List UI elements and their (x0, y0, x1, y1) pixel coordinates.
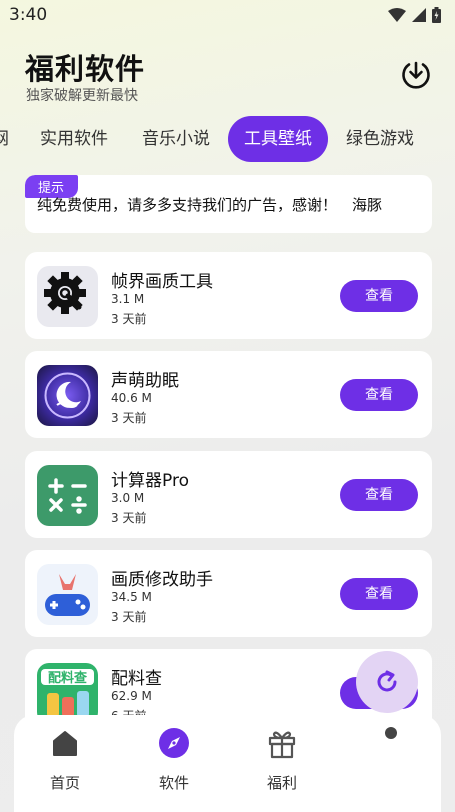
tab-utility[interactable]: 实用软件 (40, 116, 108, 162)
nav-welfare[interactable]: 福利 (232, 715, 332, 812)
app-size: 3.1 M (111, 292, 145, 306)
compass-icon (158, 727, 190, 759)
nav-label: 首页 (49, 774, 80, 792)
app-time: 3 天前 (111, 511, 147, 525)
bottom-nav: 首页 软件 福利 (14, 715, 441, 812)
app-name: 配料查 (111, 669, 162, 689)
signal-icon (412, 8, 426, 22)
moon-sleep-icon (37, 365, 98, 426)
wifi-icon (388, 8, 406, 22)
app-name: 画质修改助手 (111, 570, 213, 590)
status-bar: 3:40 (0, 0, 455, 32)
tab-music-novel[interactable]: 音乐小说 (142, 116, 210, 162)
page-subtitle: 独家破解更新最快 (26, 88, 138, 104)
gear-search-icon (37, 266, 98, 327)
status-icons (388, 7, 441, 23)
nav-software[interactable]: 软件 (124, 715, 224, 812)
profile-icon (375, 727, 407, 759)
nav-label: 福利 (266, 774, 297, 792)
refresh-button[interactable] (356, 651, 418, 713)
app-size: 40.6 M (111, 391, 152, 405)
category-tabs: 网 实用软件 音乐小说 工具壁纸 绿色游戏 (0, 116, 455, 164)
app-name: 声萌助眠 (111, 371, 179, 391)
nav-profile[interactable] (341, 715, 441, 812)
battery-icon (432, 7, 441, 23)
app-card[interactable]: 画质修改助手 34.5 M 3 天前 查看 (25, 550, 432, 637)
view-button[interactable]: 查看 (340, 379, 418, 411)
app-card[interactable]: 帧界画质工具 3.1 M 3 天前 查看 (25, 252, 432, 339)
download-icon (402, 61, 430, 89)
app-size: 3.0 M (111, 491, 145, 505)
app-name: 计算器Pro (111, 471, 189, 491)
home-icon (49, 727, 81, 759)
tab-partial[interactable]: 网 (0, 116, 9, 162)
view-button[interactable]: 查看 (340, 280, 418, 312)
status-time: 3:40 (9, 5, 48, 25)
notice-text: 纯免费使用，请多多支持我们的广告，感谢！ 海豚 (37, 196, 383, 214)
app-time: 3 天前 (111, 312, 147, 326)
app-card[interactable]: 计算器Pro 3.0 M 3 天前 查看 (25, 451, 432, 538)
nav-label: 软件 (158, 774, 189, 792)
download-button[interactable] (400, 57, 432, 89)
app-size: 62.9 M (111, 689, 152, 703)
watermark-text: 下载后无水印 (166, 400, 269, 419)
gamepad-icon (37, 564, 98, 625)
page-title: 福利软件 (25, 52, 146, 86)
app-time: 3 天前 (111, 610, 147, 624)
tab-tools-wallpaper[interactable]: 工具壁纸 (228, 116, 328, 162)
nav-home[interactable]: 首页 (15, 715, 115, 812)
svg-text:配料查: 配料查 (48, 670, 88, 686)
gift-icon (266, 727, 298, 759)
app-time: 3 天前 (111, 411, 147, 425)
app-size: 34.5 M (111, 590, 152, 604)
app-name: 帧界画质工具 (111, 272, 213, 292)
calculator-icon (37, 465, 98, 526)
refresh-icon (377, 670, 397, 692)
tab-green-games[interactable]: 绿色游戏 (346, 116, 414, 162)
view-button[interactable]: 查看 (340, 479, 418, 511)
app-card[interactable]: 声萌助眠 40.6 M 3 天前 查看 (25, 351, 432, 438)
notice-banner: 提示 纯免费使用，请多多支持我们的广告，感谢！ 海豚 (25, 175, 432, 233)
view-button[interactable]: 查看 (340, 578, 418, 610)
